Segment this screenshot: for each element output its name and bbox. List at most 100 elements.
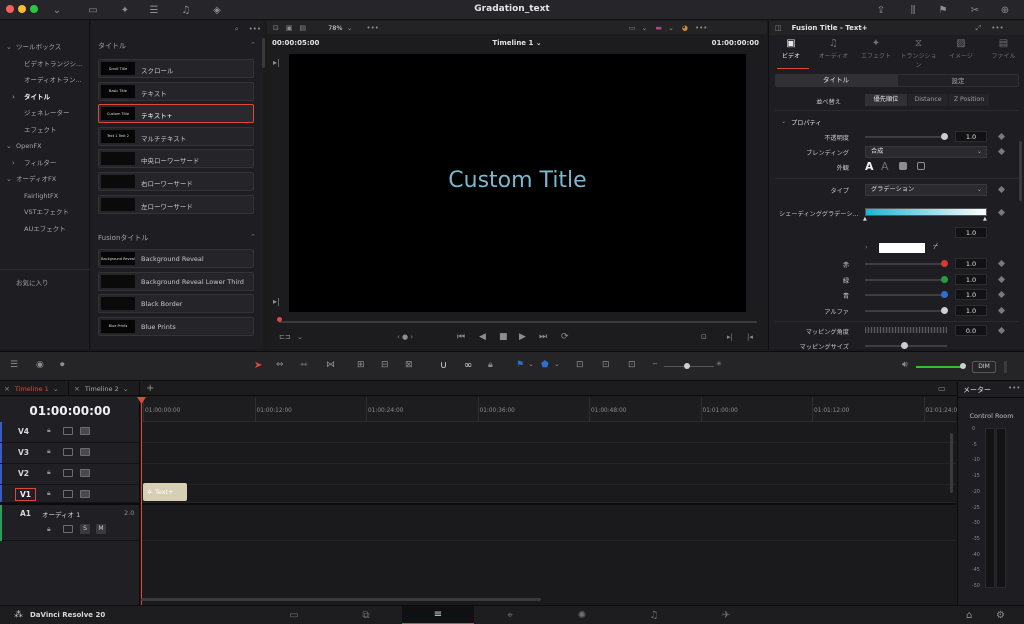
timeline-view-icon[interactable]: ▭ — [938, 384, 946, 393]
color-channel-value[interactable]: 1.0 — [955, 304, 987, 316]
go-to-end-icon[interactable]: ⏭ — [539, 332, 547, 342]
color-channel-slider[interactable] — [865, 306, 948, 314]
tree-item[interactable]: FairlightFX — [0, 188, 90, 204]
color-channel-knob[interactable] — [941, 260, 948, 267]
video-track-header[interactable]: V2 🔒︎ — [0, 464, 140, 485]
track-lane-v3[interactable] — [141, 443, 956, 464]
title-item[interactable]: Basic Title テキスト — [98, 81, 254, 101]
microphone-icon[interactable]: ⏺ — [60, 360, 65, 370]
title-item[interactable]: Custom Title テキスト+ — [98, 104, 254, 124]
tab-timeline-2[interactable]: × Timeline 2 ⌄ — [70, 382, 140, 396]
flag-icon[interactable]: ⚑ — [516, 360, 524, 370]
text-border-icon[interactable] — [917, 162, 925, 170]
chevron-down-icon[interactable]: ⌄ — [528, 360, 534, 368]
color-channel-slider[interactable] — [865, 291, 948, 298]
chevron-down-icon[interactable]: ⌄ — [554, 360, 560, 368]
viewer-grid-icon[interactable]: ▤ — [300, 24, 307, 32]
hdr-icon[interactable]: ▬ — [655, 24, 662, 32]
more-options-icon[interactable]: ••• — [366, 24, 378, 32]
color-channel-knob[interactable] — [941, 275, 948, 283]
mixer-icon[interactable]: ⫼ — [904, 2, 922, 18]
volume-icon[interactable]: 🔊︎ — [902, 360, 908, 370]
mapping-angle-value[interactable]: 0.0 — [955, 325, 987, 336]
viewer-timeline-name[interactable]: Timeline 1 ⌄ — [267, 39, 767, 47]
page-media-button[interactable]: ▭ — [258, 606, 330, 624]
timeline-ruler[interactable]: 01:00:00:00 01:00:12:00 01:00:24:00 01:00:3… — [141, 397, 961, 422]
color-channel-knob[interactable] — [941, 306, 948, 314]
inspector-tab[interactable]: ▤ ファイル — [984, 38, 1024, 66]
text-outline-icon[interactable]: A — [881, 160, 889, 173]
inspector-toggle-icon[interactable]: ✂ — [966, 2, 984, 18]
title-item[interactable]: Scroll Title スクロール — [98, 59, 254, 78]
section-fusion-titles-header[interactable]: Fusionタイトル ⌃ — [98, 233, 258, 243]
track-visibility-icon[interactable] — [80, 448, 90, 456]
color-icon[interactable]: ◕ — [682, 24, 688, 32]
collapse-icon[interactable]: ⌃ — [250, 233, 256, 241]
lock-icon[interactable]: 🔒︎ — [47, 525, 51, 534]
snapping-icon[interactable]: ∪ — [440, 360, 447, 371]
auto-select-icon[interactable] — [63, 490, 73, 498]
track-visibility-icon[interactable] — [80, 427, 90, 435]
auto-select-icon[interactable] — [63, 448, 73, 456]
mapping-size-slider[interactable] — [865, 342, 947, 349]
gradient-value[interactable]: 1.0 — [955, 227, 987, 238]
video-track-header[interactable]: V3 🔒︎ — [0, 443, 140, 464]
sort-zposition-button[interactable]: Z Position — [949, 94, 989, 106]
title-item[interactable]: Background Reveal Lower Third — [98, 271, 254, 291]
chevron-down-icon[interactable]: ⌄ — [53, 385, 59, 393]
close-icon[interactable]: × — [74, 385, 80, 393]
solo-button[interactable]: S — [80, 524, 90, 534]
chevron-down-icon[interactable]: ⌄ — [347, 24, 353, 32]
stop-icon[interactable]: ■ — [499, 332, 508, 342]
chevron-down-icon[interactable]: ⌄ — [641, 24, 647, 32]
tree-item[interactable]: ⌄ OpenFX — [0, 138, 90, 154]
inspector-tab[interactable]: ✦ エフェクト — [856, 38, 896, 66]
auto-select-icon[interactable] — [63, 427, 73, 435]
page-color-button[interactable]: ✺ — [546, 606, 618, 624]
properties-header[interactable]: ⌄ プロパティ — [769, 115, 1009, 129]
lock-icon[interactable]: 🔒︎ — [47, 447, 51, 456]
subtab-settings[interactable]: 設定 — [897, 74, 1019, 87]
tree-item[interactable]: ⌄ ツールボックス — [0, 39, 90, 55]
text-plus-clip[interactable]: ✲ Text+ — [143, 483, 187, 501]
match-frame-icon[interactable]: ⊡ — [701, 333, 707, 341]
text-shadow-icon[interactable] — [899, 162, 907, 170]
more-options-icon[interactable]: ••• — [1008, 384, 1020, 392]
fullscreen-icon[interactable]: ⤢ — [976, 24, 982, 33]
viewer-scrubber[interactable] — [277, 317, 757, 323]
timeline-scrollbar[interactable] — [141, 598, 541, 601]
chevron-right-icon[interactable]: › — [865, 244, 867, 251]
audio-track-label[interactable]: オーディオ 1 — [42, 509, 80, 519]
opacity-slider[interactable] — [865, 133, 948, 140]
zoom-detail-icon[interactable]: ⊡ — [602, 360, 610, 370]
zoom-out-icon[interactable]: − — [652, 360, 658, 368]
more-options-icon[interactable]: ••• — [991, 24, 1003, 32]
chevron-down-icon[interactable]: ⌄ — [781, 118, 786, 125]
track-lane-v1[interactable] — [141, 485, 956, 503]
keyframe-icon[interactable] — [997, 147, 1006, 156]
page-fairlight-button[interactable]: ♫ — [618, 606, 690, 624]
chevron-down-icon[interactable]: ⌄ — [123, 385, 129, 393]
overwrite-clip-icon[interactable]: ⊟ — [381, 360, 389, 370]
title-item[interactable]: 左ローワーサード — [98, 194, 254, 214]
color-channel-value[interactable]: 1.0 — [955, 258, 987, 269]
tree-item[interactable]: ビデオトランジシ... — [0, 56, 90, 72]
viewer-out-icon[interactable]: ▸| — [273, 297, 280, 306]
color-channel-slider[interactable] — [865, 260, 948, 267]
volume-knob[interactable] — [960, 363, 966, 369]
chevron-right-icon[interactable]: › — [12, 89, 15, 105]
audio-track-header[interactable]: A1 オーディオ 1 2.0 🔒︎ S M — [0, 505, 140, 541]
title-item[interactable]: 右ローワーサード — [98, 172, 254, 191]
viewer-size-icon[interactable]: ⊏⊐ — [279, 333, 291, 341]
play-reverse-icon[interactable]: ◀ — [479, 332, 486, 342]
metadata-panel-icon[interactable]: ⚑ — [934, 2, 952, 18]
tree-item[interactable]: VSTエフェクト — [0, 204, 90, 220]
title-item[interactable]: Background Reveal Background Reveal — [98, 249, 254, 268]
playhead[interactable] — [137, 397, 146, 605]
loop-icon[interactable]: ⟳ — [561, 332, 569, 342]
title-item[interactable]: Black Border — [98, 294, 254, 314]
lock-icon[interactable]: 🔒︎ — [47, 468, 51, 477]
export-icon[interactable]: ⇪ — [872, 2, 890, 18]
tree-item[interactable]: AUエフェクト — [0, 221, 90, 237]
opacity-knob[interactable] — [941, 133, 948, 140]
